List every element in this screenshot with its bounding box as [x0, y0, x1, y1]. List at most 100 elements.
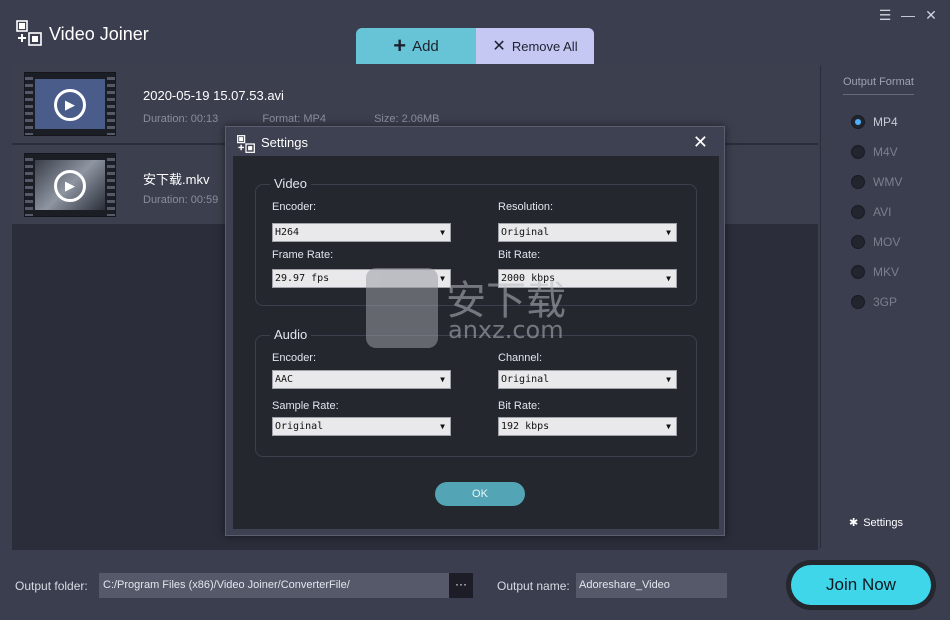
dropdown-arrow-icon: ▼	[440, 228, 445, 237]
audio-group-legend: Audio	[270, 327, 312, 342]
output-folder-field[interactable]: C:/Program Files (x86)/Video Joiner/Conv…	[99, 573, 449, 598]
format-option-label: MP4	[873, 115, 898, 129]
play-icon[interactable]: ▶	[54, 89, 86, 121]
format-option-mkv[interactable]: MKV	[851, 264, 899, 280]
plus-icon: +	[393, 33, 407, 58]
format-option-3gp[interactable]: 3GP	[851, 294, 897, 310]
radio-button[interactable]	[851, 265, 865, 279]
sample-rate-select[interactable]: Original ▼	[272, 417, 451, 436]
format-value: MP4	[303, 113, 326, 125]
size-label: Size:	[374, 113, 399, 125]
file-name: 2020-05-19 15.07.53.avi	[143, 88, 284, 103]
app-logo-icon	[16, 20, 42, 46]
channel-label: Channel:	[498, 352, 543, 364]
close-icon[interactable]: ✕	[693, 132, 708, 153]
sample-rate-value: Original	[275, 421, 324, 432]
join-now-button[interactable]: Join Now	[786, 560, 936, 610]
audio-encoder-value: AAC	[275, 374, 294, 385]
file-meta: Duration: 00:13 Format: MP4 Size: 2.06MB	[143, 113, 440, 125]
format-option-label: MKV	[873, 265, 900, 279]
play-icon[interactable]: ▶	[54, 170, 86, 202]
format-option-label: AVI	[873, 205, 892, 219]
video-encoder-value: H264	[275, 227, 300, 238]
format-option-label: WMV	[873, 175, 903, 189]
radio-button[interactable]	[851, 235, 865, 249]
audio-encoder-label: Encoder:	[272, 352, 317, 364]
add-button[interactable]: + Add	[356, 28, 476, 64]
minimize-icon[interactable]: —	[899, 6, 917, 24]
gear-icon: ✱	[849, 517, 859, 529]
film-strip-right	[107, 73, 115, 135]
size-value: 2.06MB	[401, 113, 440, 125]
dialog-title: Settings	[261, 135, 308, 150]
app-logo-icon	[237, 135, 255, 153]
frame-rate-value: 29.97 fps	[275, 273, 330, 284]
duration-label: Duration:	[143, 113, 188, 125]
file-name: 安下载.mkv	[143, 172, 210, 187]
channel-select[interactable]: Original ▼	[498, 370, 677, 389]
sample-rate-label: Sample Rate:	[272, 400, 339, 412]
video-joiner-window: Video Joiner ☰ — ✕ + Add ✕ Remove All ▶ …	[0, 0, 950, 620]
radio-button[interactable]	[851, 145, 865, 159]
menu-icon[interactable]: ☰	[876, 6, 894, 24]
format-option-label: 3GP	[873, 295, 898, 309]
output-format-title: Output Format	[843, 76, 914, 95]
video-encoder-label: Encoder:	[272, 201, 317, 213]
app-title: Video Joiner	[49, 24, 149, 44]
channel-value: Original	[501, 374, 550, 385]
resolution-select[interactable]: Original ▼	[498, 223, 677, 242]
audio-bit-rate-value: 192 kbps	[501, 421, 550, 432]
radio-button[interactable]	[851, 295, 865, 309]
output-folder-label: Output folder:	[15, 579, 88, 593]
dropdown-arrow-icon: ▼	[666, 274, 671, 283]
watermark-subtext: anxz.com	[448, 316, 564, 344]
format-option-wmv[interactable]: WMV	[851, 174, 902, 190]
toolbar: + Add ✕ Remove All	[356, 28, 594, 64]
close-icon[interactable]: ✕	[922, 6, 940, 24]
radio-button[interactable]	[851, 205, 865, 219]
remove-all-button-label: Remove All	[511, 38, 578, 54]
dropdown-arrow-icon: ▼	[440, 422, 445, 431]
browse-button[interactable]: ···	[449, 573, 473, 598]
duration-value: 00:13	[190, 113, 219, 125]
remove-all-button[interactable]: ✕ Remove All	[476, 28, 594, 64]
ok-button[interactable]: OK	[435, 482, 525, 506]
film-strip-right	[107, 154, 115, 216]
radio-button[interactable]	[851, 115, 865, 129]
video-thumbnail[interactable]: ▶	[24, 72, 116, 136]
output-name-label: Output name:	[497, 579, 570, 593]
join-now-label: Join Now	[791, 565, 931, 605]
audio-settings-group: Audio Encoder: AAC ▼ Channel: Original ▼…	[255, 327, 697, 457]
audio-encoder-select[interactable]: AAC ▼	[272, 370, 451, 389]
output-name-field[interactable]: Adoreshare_Video	[576, 573, 727, 598]
resolution-value: Original	[501, 227, 550, 238]
frame-rate-label: Frame Rate:	[272, 249, 334, 261]
film-strip-left	[25, 73, 33, 135]
radio-button[interactable]	[851, 175, 865, 189]
x-icon: ✕	[492, 38, 506, 55]
settings-button[interactable]: ✱ Settings	[849, 516, 903, 530]
format-option-avi[interactable]: AVI	[851, 204, 891, 220]
format-option-m4v[interactable]: M4V	[851, 144, 898, 160]
output-format-panel: Output Format MP4 M4V WMV AVI MOV MKV 3GP ✱ Se…	[820, 66, 938, 548]
dropdown-arrow-icon: ▼	[666, 375, 671, 384]
add-button-label: Add	[412, 37, 439, 55]
video-thumbnail[interactable]: ▶	[24, 153, 116, 217]
file-meta: Duration: 00:59	[143, 194, 218, 206]
settings-button-label: Settings	[863, 516, 903, 529]
watermark-shield-icon	[366, 268, 438, 348]
video-encoder-select[interactable]: H264 ▼	[272, 223, 451, 242]
resolution-label: Resolution:	[498, 201, 554, 213]
dropdown-arrow-icon: ▼	[666, 422, 671, 431]
dropdown-arrow-icon: ▼	[440, 375, 445, 384]
duration-label: Duration:	[143, 194, 188, 206]
format-option-mov[interactable]: MOV	[851, 234, 900, 250]
format-label: Format:	[262, 113, 301, 125]
film-strip-left	[25, 154, 33, 216]
duration-value: 00:59	[190, 194, 219, 206]
format-option-mp4[interactable]: MP4	[851, 114, 898, 130]
format-option-label: MOV	[873, 235, 901, 249]
audio-bit-rate-label: Bit Rate:	[498, 400, 541, 412]
video-bit-rate-label: Bit Rate:	[498, 249, 541, 261]
audio-bit-rate-select[interactable]: 192 kbps ▼	[498, 417, 677, 436]
